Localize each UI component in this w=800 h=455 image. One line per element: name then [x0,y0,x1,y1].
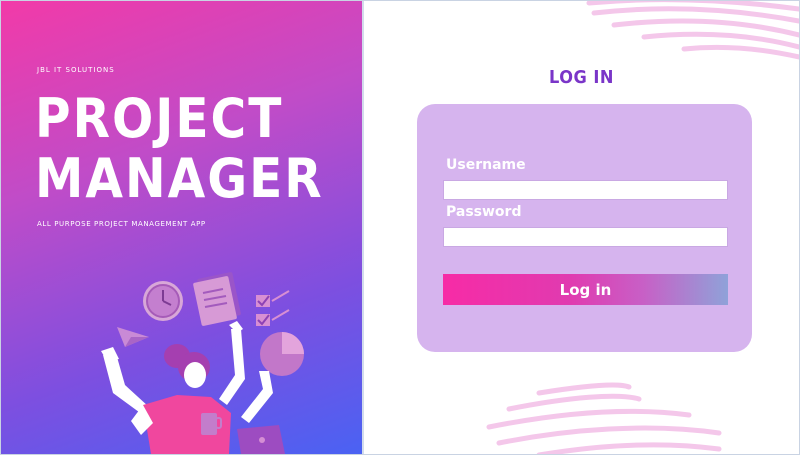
app-title-line1: PROJECT [35,87,284,150]
login-button[interactable]: Log in [443,274,728,305]
username-label: Username [446,157,526,173]
login-card: Username Password Log in [417,104,752,352]
brand-panel: JBL IT SOLUTIONS PROJECT MANAGER ALL PUR… [1,1,362,454]
login-heading: LOG IN [549,67,614,88]
clock-icon [143,281,183,321]
login-panel: LOG IN Username Password Log in [364,1,799,454]
app-tagline: ALL PURPOSE PROJECT MANAGEMENT APP [37,220,206,228]
password-label: Password [446,204,522,220]
decorative-scribble-top [586,1,799,60]
paper-plane-icon [117,327,149,347]
username-input[interactable] [443,180,728,200]
decorative-scribble-bottom [486,382,722,454]
checklist-icon [256,290,290,326]
app-title-line2: MANAGER [35,147,324,210]
juggling-person-illustration [101,272,304,454]
laptop-icon [237,425,285,454]
password-input[interactable] [443,227,728,247]
document-icon [193,272,241,326]
app-title: PROJECT MANAGER [35,89,324,209]
app-window: JBL IT SOLUTIONS PROJECT MANAGER ALL PUR… [0,0,800,455]
company-name: JBL IT SOLUTIONS [37,66,115,74]
pie-chart-icon [260,332,304,376]
